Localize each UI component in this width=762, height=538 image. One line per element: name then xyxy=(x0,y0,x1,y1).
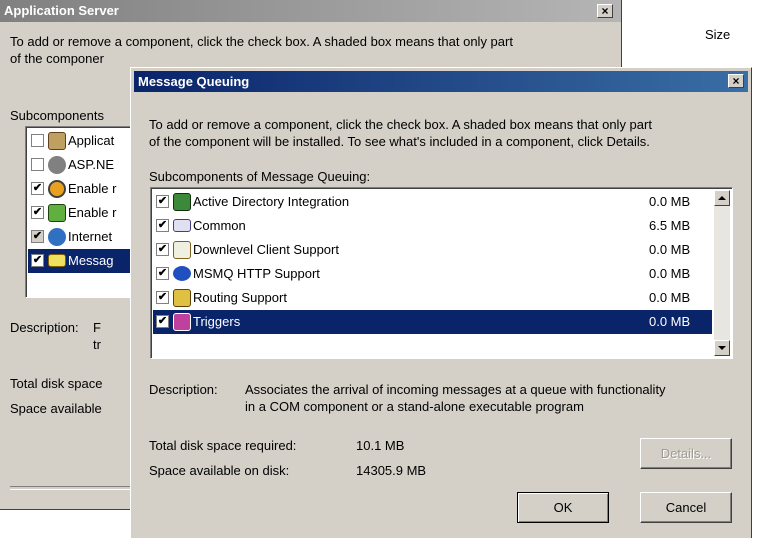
subcomponents-list[interactable]: ✔ Active Directory Integration 0.0 MB ✔ … xyxy=(150,187,733,359)
application-icon xyxy=(48,132,66,150)
checkbox[interactable]: ✔ xyxy=(156,243,169,256)
list-item[interactable]: ✔ Common 6.5 MB xyxy=(153,214,712,238)
back-intro-line1: To add or remove a component, click the … xyxy=(10,34,513,49)
ok-button[interactable]: OK xyxy=(517,492,609,523)
back-subcomponents-list[interactable]: Applicat ASP.NE ✔ Enable r ✔ Enable r ✔ … xyxy=(25,126,135,298)
checkbox[interactable]: ✔ xyxy=(156,195,169,208)
close-icon: × xyxy=(732,74,740,88)
checkbox[interactable]: ✔ xyxy=(31,254,44,267)
list-item[interactable]: ✔ MSMQ HTTP Support 0.0 MB xyxy=(153,262,712,286)
checkbox[interactable]: ✔ xyxy=(156,219,169,232)
description-label: Description: xyxy=(149,382,218,397)
globe-icon xyxy=(48,228,66,246)
details-button-label: Details... xyxy=(660,446,712,461)
description-text-line1: Associates the arrival of incoming messa… xyxy=(245,382,666,397)
calendar-icon xyxy=(173,241,191,259)
message-queuing-dialog: Message Queuing × To add or remove a com… xyxy=(130,67,752,538)
checkbox[interactable]: ✔ xyxy=(156,315,169,328)
checkbox[interactable]: ✔ xyxy=(31,206,44,219)
vertical-scrollbar[interactable] xyxy=(714,190,730,356)
list-item-label: Routing Support xyxy=(193,290,287,305)
envelope-icon xyxy=(48,254,66,267)
list-item-size: 0.0 MB xyxy=(649,242,691,257)
list-item-size: 0.0 MB xyxy=(649,266,691,281)
description-text-line2: in a COM component or a stand-alone exec… xyxy=(245,399,584,414)
intro-text-line2: of the component will be installed. To s… xyxy=(149,134,650,149)
envelope-icon xyxy=(173,219,191,232)
checkbox[interactable]: ✔ xyxy=(31,182,44,195)
application-server-title: Application Server xyxy=(4,3,119,18)
list-item[interactable]: ✔ Enable r xyxy=(28,201,132,225)
checkbox[interactable] xyxy=(31,158,44,171)
space-available-label: Space available on disk: xyxy=(149,463,290,478)
list-item-label: Internet xyxy=(68,229,113,244)
list-item[interactable]: Applicat xyxy=(28,129,132,153)
application-server-titlebar: Application Server × xyxy=(0,0,621,22)
checkbox[interactable]: ✔ xyxy=(31,230,44,243)
scroll-down-button[interactable] xyxy=(714,340,730,356)
space-available-value: 14305.9 MB xyxy=(356,463,427,478)
application-server-close-button[interactable]: × xyxy=(597,4,613,18)
list-item-selected[interactable]: ✔ Messag xyxy=(28,249,132,273)
back-intro-line2: of the componer xyxy=(10,51,104,66)
checkbox[interactable]: ✔ xyxy=(156,291,169,304)
list-item-label: Triggers xyxy=(193,314,241,329)
network-icon xyxy=(48,180,66,198)
details-button[interactable]: Details... xyxy=(640,438,732,469)
ok-button-label: OK xyxy=(553,500,573,515)
size-column-header: Size xyxy=(705,27,731,42)
list-item-label: Enable r xyxy=(68,205,117,220)
list-item-size: 0.0 MB xyxy=(649,194,691,209)
back-separator xyxy=(10,486,135,490)
list-item-label: Applicat xyxy=(68,133,115,148)
list-item[interactable]: ✔ Enable r xyxy=(28,177,132,201)
list-item-label: ASP.NE xyxy=(68,157,115,172)
list-item-label: Messag xyxy=(68,253,114,268)
total-disk-value: 10.1 MB xyxy=(356,438,405,453)
cancel-button-label: Cancel xyxy=(665,500,707,515)
trigger-icon xyxy=(173,313,191,331)
list-item[interactable]: ASP.NE xyxy=(28,153,132,177)
list-item[interactable]: ✔ Downlevel Client Support 0.0 MB xyxy=(153,238,712,262)
list-item-label: MSMQ HTTP Support xyxy=(193,266,320,281)
list-item-size: 0.0 MB xyxy=(649,314,691,329)
message-queuing-titlebar: Message Queuing × xyxy=(134,71,748,92)
back-available-label: Space available xyxy=(10,401,102,416)
routing-icon xyxy=(173,289,191,307)
list-item-label: Active Directory Integration xyxy=(193,194,350,209)
list-item-size: 0.0 MB xyxy=(649,290,691,305)
message-queuing-title: Message Queuing xyxy=(138,74,250,89)
list-item-label: Downlevel Client Support xyxy=(193,242,339,257)
back-description-fragment: F xyxy=(93,320,101,335)
list-item-label: Common xyxy=(193,218,246,233)
arrow-up-icon xyxy=(718,196,726,200)
subcomponents-label: Subcomponents of Message Queuing: xyxy=(149,169,371,184)
document-icon xyxy=(48,204,66,222)
checkbox[interactable]: ✔ xyxy=(156,267,169,280)
checkbox[interactable] xyxy=(31,134,44,147)
directory-icon xyxy=(173,193,191,211)
http-envelope-icon xyxy=(173,266,191,281)
list-item[interactable]: ✔ Internet xyxy=(28,225,132,249)
intro-text-line1: To add or remove a component, click the … xyxy=(149,117,652,132)
cancel-button[interactable]: Cancel xyxy=(640,492,732,523)
arrow-down-icon xyxy=(718,346,726,350)
back-subcomponents-label: Subcomponents xyxy=(10,108,104,123)
list-item[interactable]: ✔ Active Directory Integration 0.0 MB xyxy=(153,190,712,214)
gear-icon xyxy=(48,156,66,174)
close-button[interactable]: × xyxy=(728,74,744,88)
list-item-label: Enable r xyxy=(68,181,117,196)
list-item[interactable]: ✔ Routing Support 0.0 MB xyxy=(153,286,712,310)
back-total-label: Total disk space xyxy=(10,376,103,391)
total-disk-label: Total disk space required: xyxy=(149,438,297,453)
list-item-selected[interactable]: ✔ Triggers 0.0 MB xyxy=(153,310,712,334)
scroll-up-button[interactable] xyxy=(714,190,730,206)
list-item-size: 6.5 MB xyxy=(649,218,691,233)
back-description-fragment: tr xyxy=(93,337,101,352)
back-description-label: Description: xyxy=(10,320,79,335)
